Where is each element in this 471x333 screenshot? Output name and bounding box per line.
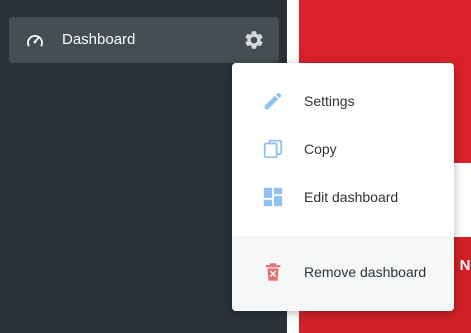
dashboard-layout-icon [263, 187, 283, 207]
menu-item-label: Remove dashboard [304, 264, 427, 280]
gear-icon[interactable] [243, 29, 265, 51]
menu-footer: Remove dashboard [232, 236, 454, 311]
sidebar-item-label: Dashboard [62, 31, 136, 48]
context-menu: Settings Copy Edit dashboard Remove dash… [232, 63, 454, 311]
menu-item-copy[interactable]: Copy [232, 125, 454, 173]
trash-icon [265, 263, 281, 281]
pencil-icon [264, 92, 282, 110]
menu-item-label: Copy [304, 141, 337, 157]
menu-item-label: Settings [304, 93, 355, 109]
sidebar-item-dashboard[interactable]: Dashboard [9, 17, 279, 63]
speedometer-icon [27, 35, 43, 47]
page: Dashboard N Settings Copy Edit dashboard… [0, 0, 471, 333]
menu-item-label: Edit dashboard [304, 189, 399, 205]
copy-icon [263, 139, 283, 159]
menu-item-edit-dashboard[interactable]: Edit dashboard [232, 173, 454, 221]
menu-item-settings[interactable]: Settings [232, 77, 454, 125]
menu-item-remove-dashboard[interactable]: Remove dashboard [232, 248, 454, 296]
banner-text: N [459, 257, 471, 274]
